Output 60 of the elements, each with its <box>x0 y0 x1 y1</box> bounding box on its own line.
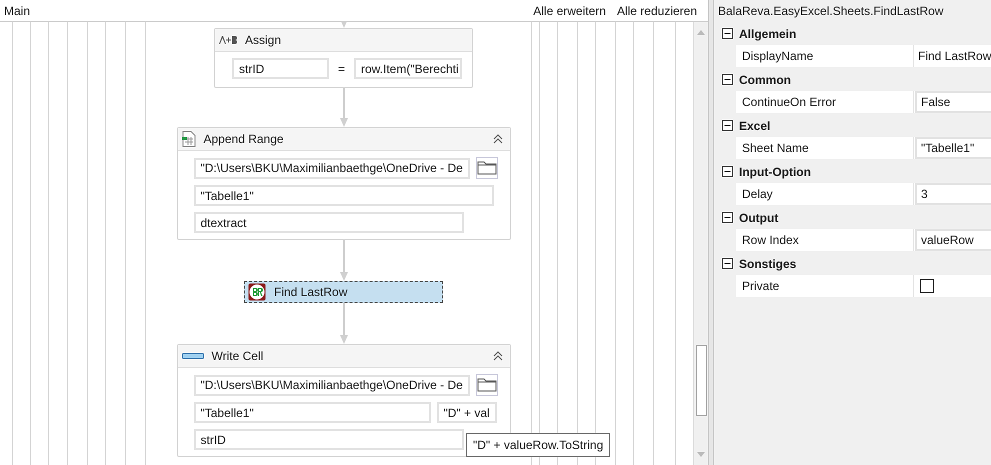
activity-icon <box>248 283 266 301</box>
input-field[interactable]: False <box>915 91 991 113</box>
connector-arrow <box>338 88 348 127</box>
property-name: Sheet Name <box>736 137 914 159</box>
folder-icon <box>476 378 497 392</box>
collapse-icon[interactable] <box>492 133 504 145</box>
activity-title: Append Range <box>204 132 284 146</box>
browse-button[interactable] <box>476 374 498 396</box>
folder-icon <box>476 161 497 175</box>
collapse-icon[interactable] <box>722 74 733 85</box>
input-field[interactable]: strID <box>194 429 464 450</box>
toolbar-link[interactable]: Alle erweitern <box>533 4 606 18</box>
activity-title: Assign <box>245 33 282 47</box>
browse-button[interactable] <box>476 157 498 179</box>
spreadsheet-icon <box>182 131 196 147</box>
activity-box[interactable]: Find LastRow <box>244 281 443 303</box>
collapse-icon[interactable] <box>722 258 733 269</box>
category-header: Output <box>739 210 778 224</box>
input-field[interactable]: row.Item("Berechti <box>354 58 462 79</box>
input-field[interactable]: dtextract <box>194 212 464 233</box>
activity-title: Find LastRow <box>274 285 348 299</box>
activity-card[interactable]: Append Range "D:\Users\BKU\Maximilianbaethge\OneDrive - De "Tabelle1" dtextract <box>176 127 510 240</box>
connector-arrow <box>338 240 348 281</box>
collapse-icon[interactable] <box>722 120 733 131</box>
category-header: Allgemein <box>739 26 796 40</box>
equals-sign: = <box>338 62 345 76</box>
workflow-title: Main <box>4 4 30 18</box>
toolbar-link[interactable]: Alle reduzieren <box>616 4 697 18</box>
category-header: Common <box>739 72 791 86</box>
input-field[interactable]: "Tabelle1" <box>915 137 991 159</box>
checkbox[interactable] <box>920 279 934 293</box>
cell-icon <box>182 353 204 359</box>
input-field[interactable]: "Tabelle1" <box>194 402 430 423</box>
input-field[interactable]: 3 <box>915 183 991 205</box>
collapse-icon[interactable] <box>722 212 733 223</box>
collapse-icon[interactable] <box>722 166 733 177</box>
property-name: ContinueOn Error <box>736 91 914 113</box>
collapse-icon[interactable] <box>492 350 504 362</box>
property-name: Row Index <box>736 229 914 251</box>
input-field[interactable]: strID <box>232 58 329 79</box>
property-name: DisplayName <box>736 45 914 67</box>
scroll-thumb[interactable] <box>696 345 706 416</box>
category-header: Input-Option <box>739 164 811 178</box>
assign-icon <box>219 36 237 44</box>
activity-card[interactable]: Assign strID = row.Item("Berechti <box>214 28 473 88</box>
input-field[interactable]: "D:\Users\BKU\Maximilianbaethge\OneDrive - De <box>194 158 470 178</box>
property-name: Private <box>736 275 914 297</box>
property-value[interactable]: Find LastRow <box>915 49 991 63</box>
input-field[interactable]: "D:\Users\BKU\Maximilianbaethge\OneDrive - De <box>194 374 470 396</box>
property-name: Delay <box>736 183 914 205</box>
collapse-icon[interactable] <box>722 28 733 39</box>
scrollbar[interactable] <box>693 22 708 465</box>
category-header: Excel <box>739 118 770 132</box>
tooltip: "D" + valueRow.ToString <box>466 433 610 457</box>
category-header: Sonstiges <box>739 256 796 270</box>
input-field[interactable]: valueRow <box>915 229 991 251</box>
connector-arrow <box>338 303 348 344</box>
input-field[interactable]: "D" + val <box>436 402 497 423</box>
activity-title: Write Cell <box>212 349 264 363</box>
input-field[interactable]: "Tabelle1" <box>194 185 494 206</box>
